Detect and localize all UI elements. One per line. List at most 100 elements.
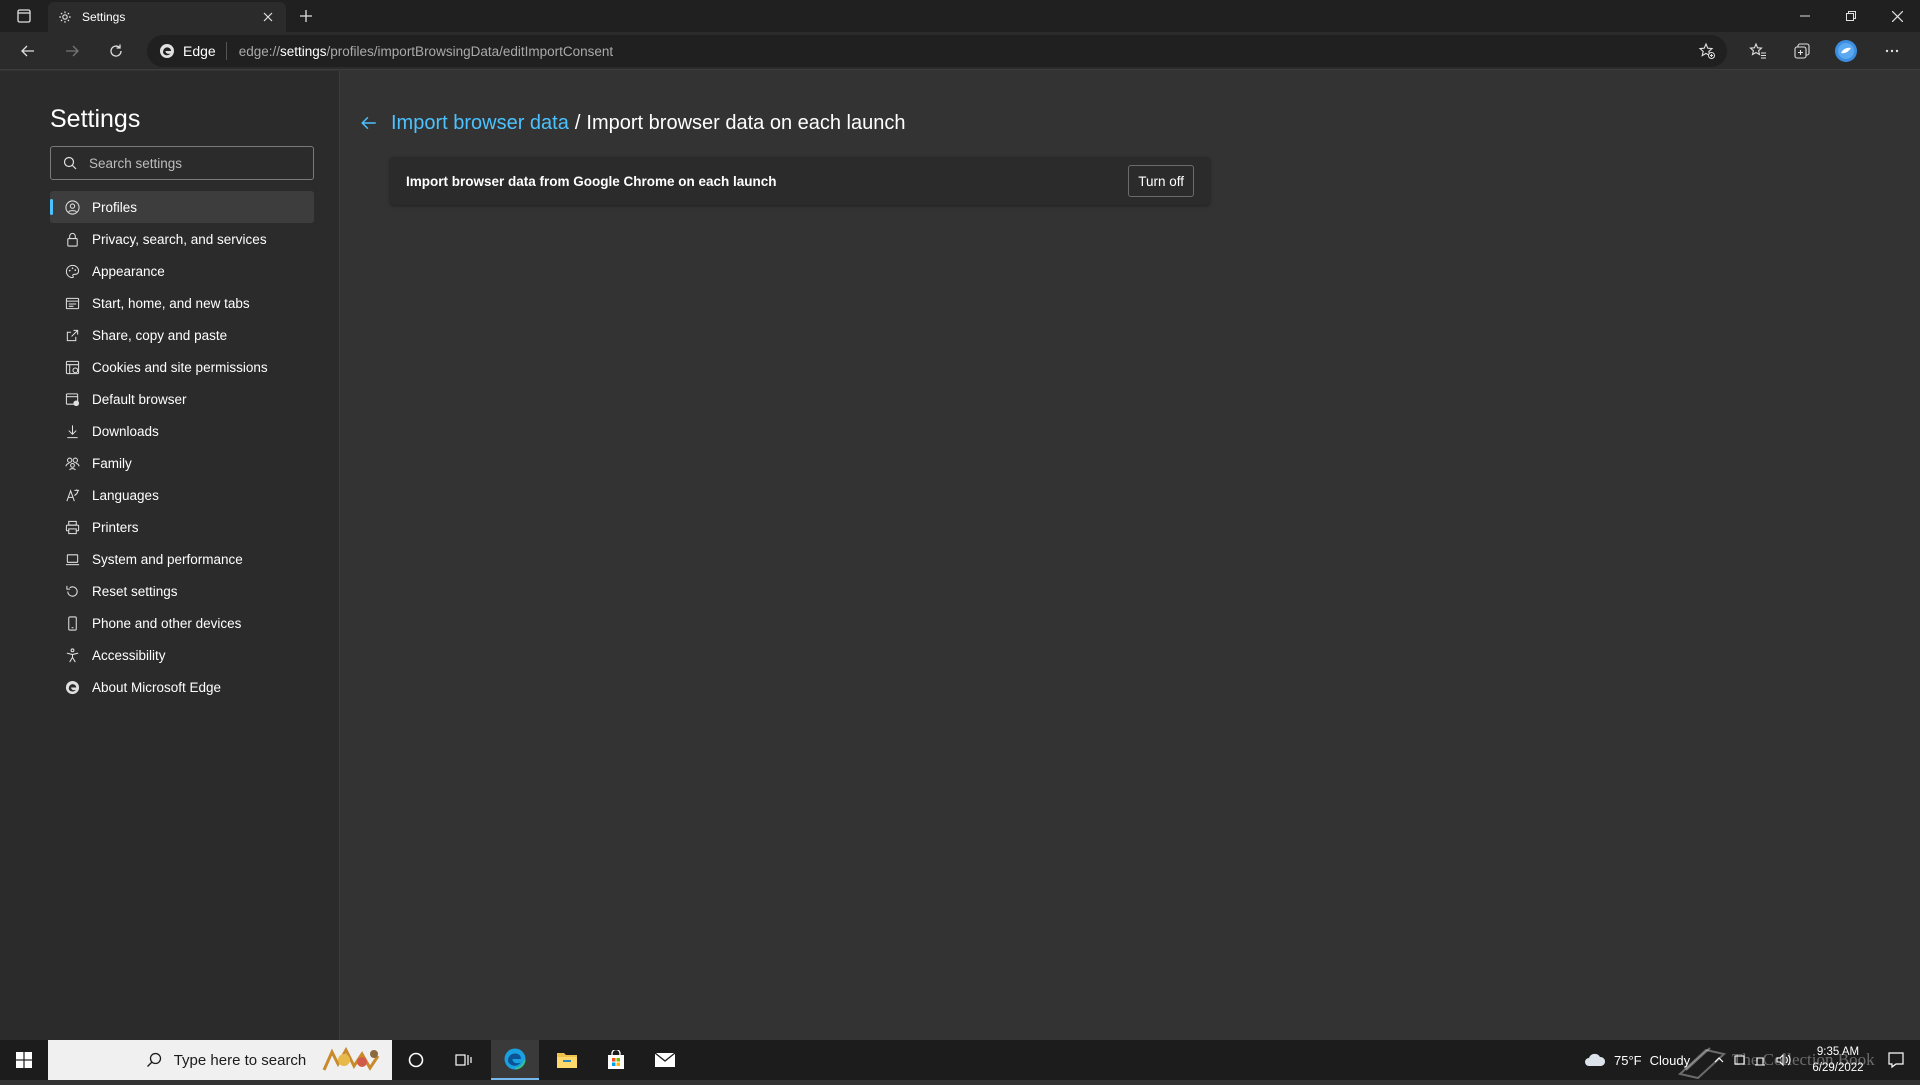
breadcrumb-back-button[interactable] (357, 111, 381, 135)
mail-icon (654, 1052, 676, 1067)
plus-icon (300, 10, 312, 22)
folder-icon (557, 1053, 577, 1068)
refresh-icon (110, 44, 122, 57)
notification-center-button[interactable] (1876, 1040, 1916, 1080)
collections-icon (1794, 43, 1810, 59)
sidebar-item-label: About Microsoft Edge (92, 679, 222, 695)
taskbar-weather[interactable]: 75°F Cloudy (1584, 1040, 1704, 1080)
edge-logo-icon (64, 679, 80, 695)
taskbar-clock[interactable]: 9:35 AM 6/29/2022 (1800, 1040, 1876, 1080)
url-path: /profiles/importBrowsingData/editImportC… (326, 43, 614, 59)
sidebar-item-label: Printers (92, 519, 139, 535)
sidebar-item-accessibility[interactable]: Accessibility (50, 639, 314, 671)
collections-button[interactable] (1788, 37, 1816, 65)
add-favorite-button[interactable] (1697, 41, 1717, 61)
restore-button[interactable] (1834, 0, 1868, 32)
sidebar-item-privacy[interactable]: Privacy, search, and services (50, 223, 314, 255)
sidebar-item-label: Languages (92, 487, 159, 503)
sidebar-item-label: Family (92, 455, 132, 471)
tab-close-button[interactable] (260, 9, 276, 25)
taskbar-search-placeholder: Type here to search (173, 1051, 307, 1069)
cortana-icon (408, 1052, 424, 1068)
site-label: Edge (183, 43, 216, 59)
minimize-button[interactable] (1788, 0, 1822, 32)
sidebar-item-label: Privacy, search, and services (92, 231, 267, 247)
breadcrumb: Import browser data / Import browser dat… (357, 111, 906, 135)
settings-more-button[interactable] (1878, 37, 1906, 65)
sidebar-item-printers[interactable]: Printers (50, 511, 314, 543)
sidebar-item-cookies[interactable]: Cookies and site permissions (50, 351, 314, 383)
taskbar-store[interactable] (592, 1040, 640, 1080)
site-identity-chip[interactable]: Edge (159, 42, 227, 60)
restore-icon (1846, 11, 1856, 21)
tab-title: Settings (82, 10, 126, 24)
taskbar-file-explorer[interactable] (543, 1040, 591, 1080)
title-bar: Settings (0, 0, 1920, 32)
sidebar-item-phone[interactable]: Phone and other devices (50, 607, 314, 639)
address-bar[interactable]: Edge edge://settings/profiles/importBrow… (147, 35, 1727, 67)
import-consent-label: Import browser data from Google Chrome o… (406, 173, 777, 189)
settings-sidebar: Settings Profiles Privacy, search, and s… (0, 71, 340, 1040)
url-host: settings (280, 43, 327, 59)
close-window-button[interactable] (1880, 0, 1914, 32)
printer-icon (64, 519, 80, 535)
start-button[interactable] (0, 1040, 48, 1080)
weather-condition: Cloudy (1649, 1052, 1691, 1068)
turn-off-button[interactable]: Turn off (1128, 165, 1194, 197)
cortana-button[interactable] (396, 1040, 436, 1080)
profile-icon (64, 199, 80, 215)
notification-icon (1888, 1052, 1904, 1069)
sidebar-item-about[interactable]: About Microsoft Edge (50, 671, 314, 703)
sidebar-item-share[interactable]: Share, copy and paste (50, 319, 314, 351)
sidebar-item-label: Downloads (92, 423, 159, 439)
favorites-button[interactable] (1744, 37, 1772, 65)
sidebar-item-downloads[interactable]: Downloads (50, 415, 314, 447)
default-browser-icon (64, 391, 80, 407)
search-highlight-illustration (322, 1046, 380, 1071)
tab-actions-button[interactable] (8, 0, 40, 32)
taskbar-mail[interactable] (641, 1040, 689, 1080)
back-button[interactable] (14, 37, 42, 65)
url-text[interactable]: edge://settings/profiles/importBrowsingD… (239, 44, 613, 59)
taskbar-edge-app[interactable] (491, 1040, 539, 1080)
tab-settings[interactable]: Settings (48, 2, 286, 32)
search-icon (63, 156, 77, 170)
home-tabs-icon (64, 295, 80, 311)
avatar (1835, 40, 1857, 62)
accessibility-icon (64, 647, 80, 663)
profile-button[interactable] (1832, 37, 1860, 65)
sidebar-item-languages[interactable]: Languages (50, 479, 314, 511)
phone-icon (64, 615, 80, 631)
sidebar-item-label: Reset settings (92, 583, 178, 599)
cloud-icon (1585, 1053, 1606, 1066)
close-icon (263, 12, 273, 22)
favorites-icon (1749, 42, 1766, 59)
edge-logo-icon (160, 44, 174, 58)
search-settings-input[interactable] (89, 155, 289, 171)
taskbar-search-box[interactable]: Type here to search (48, 1040, 392, 1080)
minimize-icon (1800, 15, 1810, 17)
sidebar-item-family[interactable]: Family (50, 447, 314, 479)
sidebar-item-label: Appearance (92, 263, 165, 279)
search-icon (146, 1052, 161, 1067)
clock-date: 6/29/2022 (1812, 1062, 1864, 1074)
import-consent-card: Import browser data from Google Chrome o… (390, 157, 1210, 205)
forward-button[interactable] (58, 37, 86, 65)
refresh-button[interactable] (102, 37, 130, 65)
sidebar-item-profiles[interactable]: Profiles (50, 191, 314, 223)
star-add-icon (1698, 42, 1715, 59)
tab-actions-icon (17, 9, 31, 23)
sidebar-item-appearance[interactable]: Appearance (50, 255, 314, 287)
search-settings-box[interactable] (50, 146, 314, 180)
palette-icon (64, 263, 80, 279)
cookies-icon (64, 359, 80, 375)
sidebar-item-system[interactable]: System and performance (50, 543, 314, 575)
system-tray[interactable] (1710, 1040, 1800, 1080)
new-tab-button[interactable] (292, 0, 320, 32)
task-view-button[interactable] (444, 1040, 484, 1080)
close-icon (1891, 10, 1903, 22)
sidebar-item-reset[interactable]: Reset settings (50, 575, 314, 607)
sidebar-item-start-home[interactable]: Start, home, and new tabs (50, 287, 314, 319)
sidebar-item-default-browser[interactable]: Default browser (50, 383, 314, 415)
breadcrumb-link-import-browser-data[interactable]: Import browser data (391, 112, 569, 135)
